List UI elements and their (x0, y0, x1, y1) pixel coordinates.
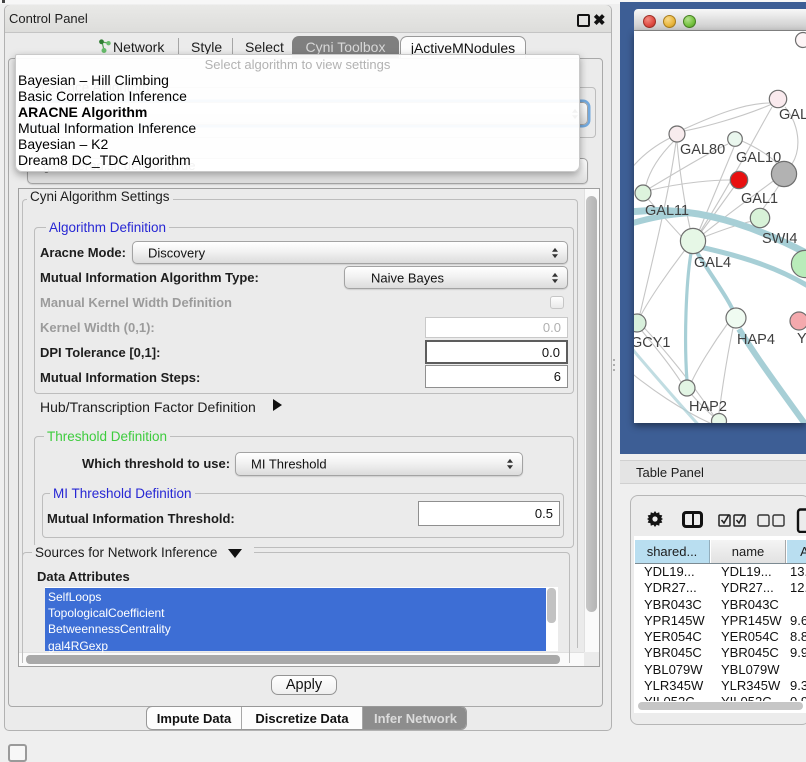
svg-text:GAL80: GAL80 (680, 142, 725, 158)
svg-text:GAL1: GAL1 (741, 191, 778, 207)
svg-text:GAL10: GAL10 (736, 150, 781, 166)
svg-text:HAP4: HAP4 (737, 332, 775, 348)
svg-text:GAL7: GAL7 (779, 107, 806, 123)
svg-text:GAL11: GAL11 (645, 203, 689, 219)
svg-text:HAP2: HAP2 (689, 399, 727, 415)
svg-text:GAL4: GAL4 (694, 255, 731, 271)
svg-text:GCY1: GCY1 (634, 335, 671, 351)
svg-text:YB: YB (797, 331, 806, 347)
svg-text:SWI4: SWI4 (762, 231, 797, 247)
